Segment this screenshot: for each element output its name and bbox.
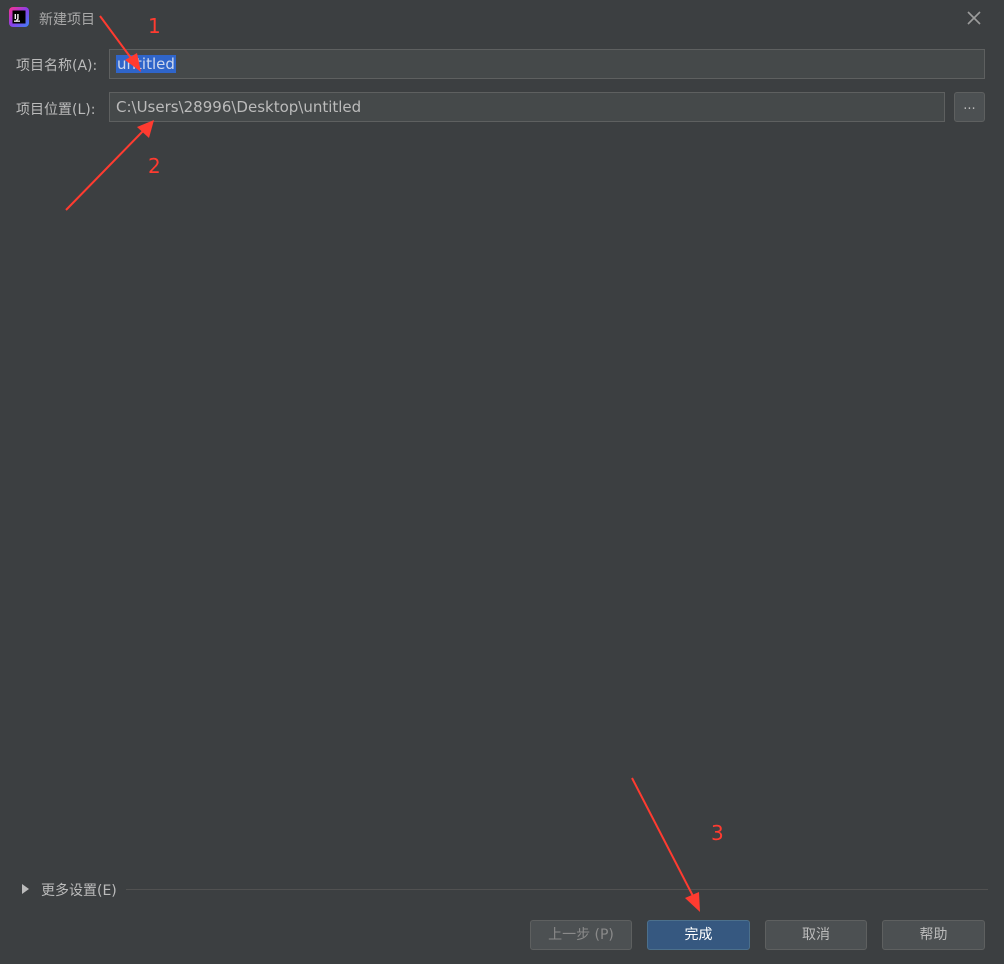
- triangle-right-icon[interactable]: [22, 884, 29, 894]
- help-button[interactable]: 帮助: [882, 920, 985, 950]
- annotation-arrowhead-2: [137, 120, 154, 138]
- svg-text:IJ: IJ: [14, 13, 19, 21]
- intellij-idea-icon: IJ: [9, 7, 29, 27]
- project-location-label: 项目位置(L):: [16, 102, 96, 118]
- annotation-label-2: 2: [148, 154, 161, 178]
- project-location-input[interactable]: C:\Users\28996\Desktop\untitled: [109, 92, 945, 122]
- more-settings-toggle[interactable]: 更多设置(E): [41, 880, 117, 900]
- cancel-button[interactable]: 取消: [765, 920, 867, 950]
- finish-button[interactable]: 完成: [647, 920, 750, 950]
- project-name-value: untitled: [116, 55, 176, 73]
- close-icon[interactable]: [962, 6, 986, 30]
- annotation-label-3: 3: [711, 821, 724, 845]
- annotation-arrowhead-3: [685, 892, 700, 912]
- annotation-label-1: 1: [148, 14, 161, 38]
- annotation-arrow-3: [631, 777, 695, 899]
- browse-button[interactable]: ...: [954, 92, 985, 122]
- annotation-overlay: [65, 15, 700, 912]
- annotation-arrow-2: [65, 127, 147, 211]
- project-name-input[interactable]: untitled: [109, 49, 985, 79]
- previous-button[interactable]: 上一步 (P): [530, 920, 632, 950]
- divider: [126, 889, 988, 890]
- window-title: 新建项目: [39, 12, 95, 28]
- project-name-label: 项目名称(A):: [16, 58, 98, 74]
- project-location-value: C:\Users\28996\Desktop\untitled: [116, 98, 362, 116]
